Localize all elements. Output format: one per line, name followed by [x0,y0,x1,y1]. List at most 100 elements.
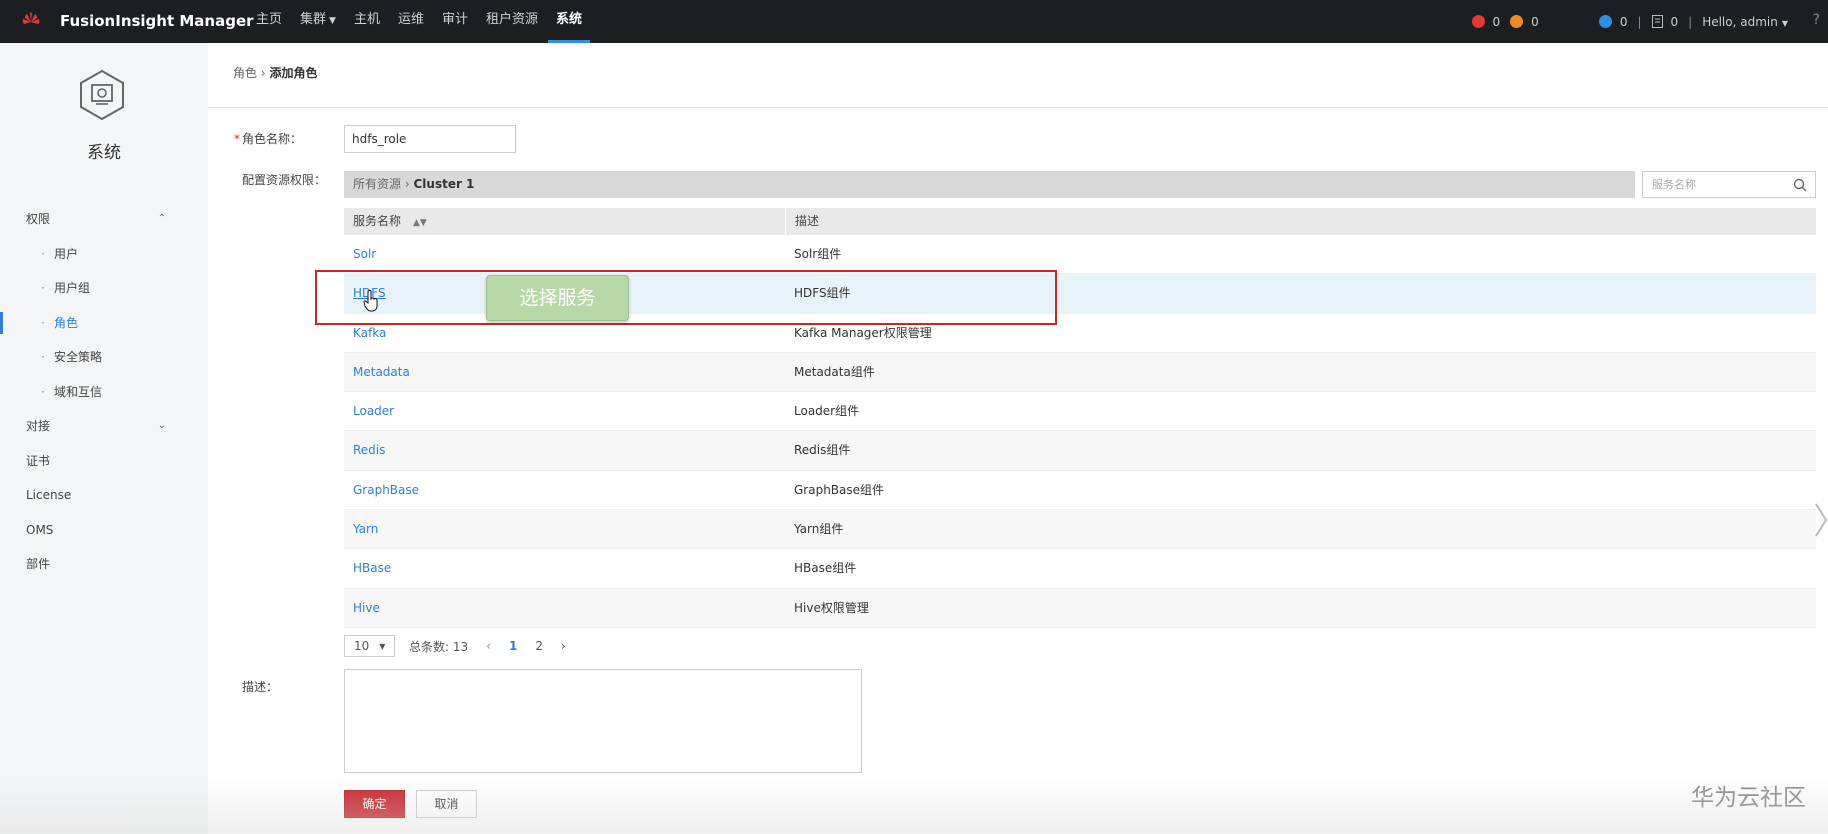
cell-service-name: Redis [344,431,785,469]
cell-service-name: Yarn [344,510,785,548]
resource-path-root[interactable]: 所有资源 [353,177,401,191]
cancel-button[interactable]: 取消 [416,790,477,818]
table-row[interactable]: Solr Solr组件 [344,235,1816,275]
top-navigation-bar: FusionInsight Manager 主页 集群 ▼ 主机 运维 审计 租户资源 系统 … [0,0,1828,43]
table-row[interactable]: GraphBase GraphBase组件 [344,471,1816,511]
service-link[interactable]: HBase [353,561,391,575]
nav-item[interactable]: 租户资源 [478,0,546,43]
sidebar-item[interactable]: 安全策略 [0,340,208,375]
cell-service-name: Metadata [344,353,785,391]
service-link[interactable]: Kafka [353,326,386,340]
page-size-select[interactable]: 10 ▼ [344,635,395,657]
cell-service-name: Solr [344,235,785,273]
service-link[interactable]: GraphBase [353,483,419,497]
sort-icon[interactable]: ▲▼ [413,218,427,228]
role-name-input[interactable] [344,125,516,153]
sidebar-title: 系统 [87,143,121,163]
help-icon[interactable]: ? [1813,12,1820,28]
nav-item[interactable]: 运维 [390,0,432,43]
sidebar-item[interactable]: 对接 ⌄ [0,409,208,444]
service-link[interactable]: Metadata [353,365,410,379]
service-link[interactable]: Loader [353,404,394,418]
sidebar-item[interactable]: 用户组 [0,271,208,306]
role-name-label: * 角色名称： [234,130,302,147]
sidebar-item-label: 对接 [26,419,51,433]
sidebar-item-label: 域和互信 [54,384,103,399]
major-alarm-indicator[interactable]: 0 [1510,15,1539,29]
chevron-right-icon[interactable] [1814,500,1828,540]
task-count: 0 [1670,14,1679,29]
table-row[interactable]: Yarn Yarn组件 [344,510,1816,550]
sidebar-item-label: 证书 [26,453,51,468]
hand-cursor-icon [363,290,378,312]
sidebar-item[interactable]: License [0,478,208,513]
table-row[interactable]: Hive Hive权限管理 [344,588,1816,628]
sidebar-item[interactable]: 证书 [0,444,208,479]
nav-item-label: 租户资源 [486,12,539,27]
sidebar-item[interactable]: 用户 [0,237,208,272]
service-link[interactable]: Yarn [353,522,378,536]
sidebar-item-label: 安全策略 [54,350,103,364]
service-search-input[interactable] [1643,172,1783,197]
sidebar-item-label: 用户组 [54,281,91,295]
page-number[interactable]: 1 [509,639,517,653]
table-row[interactable]: Metadata Metadata组件 [344,352,1816,393]
sidebar-item[interactable]: 权限 ⌃ [0,202,208,237]
user-menu[interactable]: Hello, admin ▼ [1702,15,1788,29]
search-icon[interactable] [1793,178,1807,192]
sidebar-item[interactable]: 部件 [0,547,208,582]
nav-item[interactable]: 主机 [346,0,388,43]
column-header-service-name[interactable]: 服务名称 ▲▼ [344,208,785,235]
nav-item[interactable]: 审计 [434,0,476,43]
table-row[interactable]: HBase HBase组件 [344,549,1816,589]
breadcrumb-current: 添加角色 [269,66,318,80]
divider: | [1688,14,1693,29]
chevron-up-icon: ⌃ [157,213,166,224]
watermark: 华为云社区 [1691,785,1806,811]
description-textarea[interactable] [344,669,862,773]
major-alarm-icon [1510,15,1524,28]
cell-description: Kafka Manager权限管理 [794,325,932,340]
page-number[interactable]: 2 [535,639,543,653]
chevron-down-icon: ▼ [1781,18,1788,28]
resource-permission-label: 配置资源权限： [242,173,327,187]
nav-item[interactable]: 主页 [248,0,290,43]
table-row[interactable]: Redis Redis组件 [344,431,1816,471]
description-label: 描述： [242,680,279,694]
cell-description: Metadata组件 [794,364,875,379]
service-link[interactable]: Solr [353,247,376,261]
sidebar-menu: 权限 ⌃ 用户用户组角色安全策略域和互信对接 ⌄ 证书 License OMS 部件 [0,202,208,582]
nav-item-label: 系统 [556,12,583,27]
huawei-logo-icon[interactable] [20,10,42,32]
sidebar-item-label: 角色 [54,315,79,330]
sidebar: 系统 权限 ⌃ 用户用户组角色安全策略域和互信对接 ⌄ 证书 License OMS 部件 [0,43,208,834]
service-link[interactable]: Hive [353,601,380,615]
sidebar-item-label: OMS [26,522,54,537]
sidebar-item[interactable]: 角色 [0,306,208,341]
next-page-icon[interactable]: › [561,639,566,653]
confirm-button[interactable]: 确定 [344,790,405,818]
sidebar-item[interactable]: 域和互信 [0,375,208,410]
table-row[interactable]: Loader Loader组件 [344,392,1816,432]
nav-item[interactable]: 集群 ▼ [292,0,344,43]
cell-service-name: Loader [344,392,785,430]
breadcrumb: 角色 › 添加角色 [233,64,318,81]
sidebar-item[interactable]: OMS [0,513,208,548]
cell-description: HDFS组件 [794,286,851,301]
info-indicator[interactable]: 0 [1598,15,1627,29]
task-list-icon [1651,15,1663,28]
service-link[interactable]: Redis [353,443,385,457]
sidebar-item-label: 权限 [26,212,51,226]
required-marker: * [234,132,240,146]
resource-path-separator: › [404,177,410,191]
task-indicator[interactable]: 0 [1651,14,1679,29]
column-header-label: 服务名称 [353,214,402,228]
service-search-box [1642,171,1816,198]
prev-page-icon[interactable]: ‹ [486,639,491,653]
page-size-value: 10 [354,639,370,653]
info-icon [1598,15,1612,28]
breadcrumb-parent[interactable]: 角色 [233,66,257,80]
critical-alarm-indicator[interactable]: 0 [1471,15,1500,29]
sidebar-item-label: License [26,488,72,502]
nav-item[interactable]: 系统 [548,0,591,43]
